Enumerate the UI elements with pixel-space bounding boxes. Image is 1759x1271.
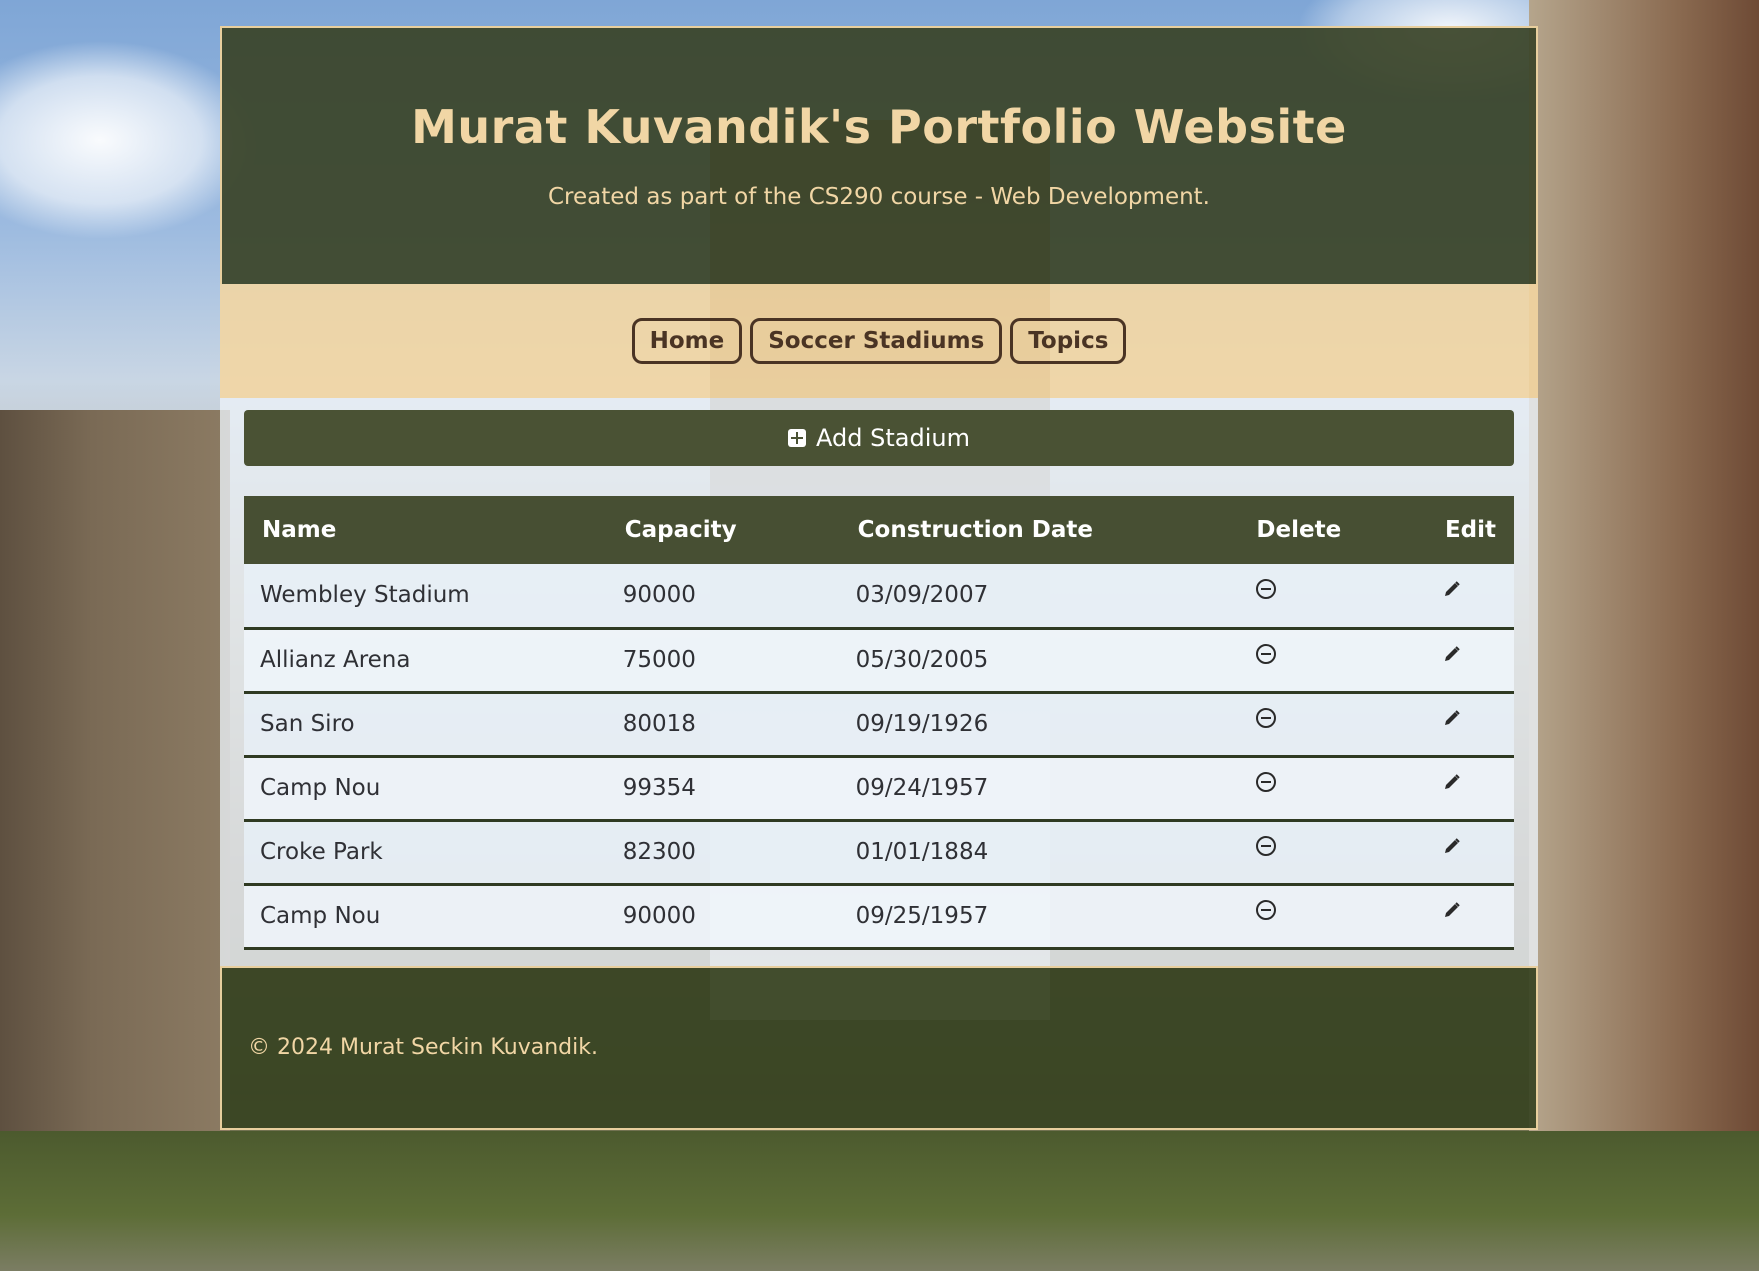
cell-delete xyxy=(1238,628,1427,692)
pencil-icon[interactable] xyxy=(1443,645,1461,663)
minus-circle-icon[interactable] xyxy=(1256,579,1277,600)
cell-capacity: 80018 xyxy=(622,711,696,737)
stadium-table: Name Capacity Construction Date Delete E… xyxy=(244,496,1514,950)
cell-capacity: 99354 xyxy=(622,775,696,801)
plus-square-icon xyxy=(788,429,807,447)
column-header-name: Name xyxy=(262,517,337,543)
cell-edit xyxy=(1427,564,1514,628)
page-container: Murat Kuvandik's Portfolio Website Creat… xyxy=(220,26,1538,1130)
cell-date: 01/01/1884 xyxy=(855,839,989,865)
cell-name: Camp Nou xyxy=(260,903,381,929)
main-content: Add Stadium Name Capacity Construction D… xyxy=(220,398,1538,966)
table-row: Wembley Stadium 90000 03/09/2007 xyxy=(244,564,1514,628)
add-stadium-button[interactable]: Add Stadium xyxy=(244,410,1514,466)
add-stadium-label: Add Stadium xyxy=(816,424,970,452)
cell-date: 05/30/2005 xyxy=(855,647,989,673)
cell-edit xyxy=(1427,884,1514,948)
page-subtitle: Created as part of the CS290 course - We… xyxy=(547,184,1210,210)
table-row: Croke Park 82300 01/01/1884 xyxy=(244,820,1514,884)
page-title: Murat Kuvandik's Portfolio Website xyxy=(411,100,1347,154)
cell-name: Allianz Arena xyxy=(260,647,411,673)
cell-edit xyxy=(1427,820,1514,884)
column-header-construction-date: Construction Date xyxy=(857,517,1093,543)
table-row: San Siro 80018 09/19/1926 xyxy=(244,692,1514,756)
cell-capacity: 82300 xyxy=(622,839,696,865)
cell-capacity: 75000 xyxy=(622,647,696,673)
pencil-icon[interactable] xyxy=(1443,901,1461,919)
cell-delete xyxy=(1238,564,1427,628)
pencil-icon[interactable] xyxy=(1443,709,1461,727)
column-header-edit: Edit xyxy=(1444,517,1496,543)
nav-home[interactable]: Home xyxy=(631,318,743,364)
table-row: Allianz Arena 75000 05/30/2005 xyxy=(244,628,1514,692)
cell-delete xyxy=(1238,756,1427,820)
cell-capacity: 90000 xyxy=(622,582,696,609)
background-wall-right xyxy=(1529,0,1759,1271)
cell-edit xyxy=(1427,628,1514,692)
nav-soccer-stadiums[interactable]: Soccer Stadiums xyxy=(750,318,1003,364)
minus-circle-icon[interactable] xyxy=(1256,836,1277,856)
cell-date: 09/24/1957 xyxy=(855,775,989,801)
minus-circle-icon[interactable] xyxy=(1256,900,1277,920)
minus-circle-icon[interactable] xyxy=(1256,708,1277,728)
nav-topics[interactable]: Topics xyxy=(1010,318,1127,364)
main-nav: Home Soccer Stadiums Topics xyxy=(220,284,1538,398)
table-header-row: Name Capacity Construction Date Delete E… xyxy=(244,496,1514,564)
site-footer: © 2024 Murat Seckin Kuvandik. xyxy=(220,965,1538,1130)
cell-name: Wembley Stadium xyxy=(260,582,470,609)
site-header: Murat Kuvandik's Portfolio Website Creat… xyxy=(220,26,1538,284)
cell-delete xyxy=(1238,820,1427,884)
cell-date: 03/09/2007 xyxy=(855,582,989,609)
cell-edit xyxy=(1427,756,1514,820)
cell-date: 09/25/1957 xyxy=(855,903,989,929)
column-header-delete: Delete xyxy=(1256,517,1342,543)
pencil-icon[interactable] xyxy=(1443,837,1461,855)
minus-circle-icon[interactable] xyxy=(1256,772,1277,792)
cell-name: San Siro xyxy=(260,711,355,737)
cell-delete xyxy=(1238,692,1427,756)
cell-delete xyxy=(1238,884,1427,948)
background-grass xyxy=(0,1131,1759,1271)
table-row: Camp Nou 99354 09/24/1957 xyxy=(244,756,1514,820)
table-row: Camp Nou 90000 09/25/1957 xyxy=(244,884,1514,948)
minus-circle-icon[interactable] xyxy=(1256,644,1277,664)
cell-name: Camp Nou xyxy=(260,775,381,801)
pencil-icon[interactable] xyxy=(1443,580,1461,598)
cell-date: 09/19/1926 xyxy=(855,711,989,737)
background-wall-left xyxy=(0,410,230,1210)
cell-capacity: 90000 xyxy=(622,903,696,929)
cell-edit xyxy=(1427,692,1514,756)
column-header-capacity: Capacity xyxy=(624,517,737,543)
copyright-text: © 2024 Murat Seckin Kuvandik. xyxy=(248,1035,598,1060)
cell-name: Croke Park xyxy=(260,839,383,865)
pencil-icon[interactable] xyxy=(1443,773,1461,791)
